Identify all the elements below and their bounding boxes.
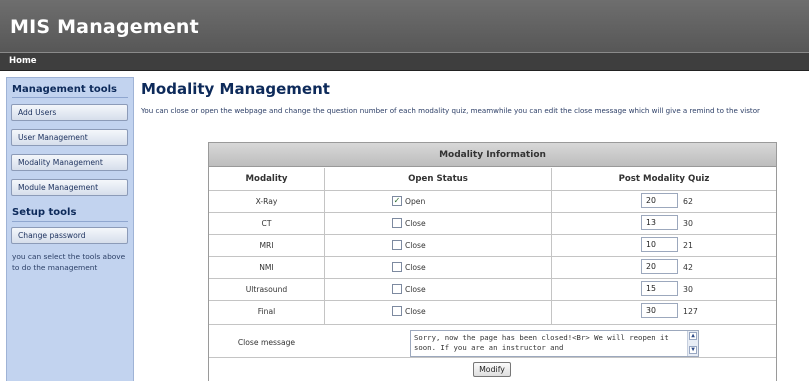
open-status-label: Close bbox=[405, 219, 426, 228]
quiz-number-input[interactable]: 15 bbox=[641, 281, 678, 296]
change-password-button[interactable]: Change password bbox=[11, 227, 128, 244]
app-header: MIS Management bbox=[0, 0, 809, 52]
row-divider bbox=[209, 256, 776, 257]
checkmark-icon: ✓ bbox=[393, 196, 401, 205]
question-count: 62 bbox=[683, 197, 693, 206]
open-status-label: Close bbox=[405, 241, 426, 250]
row-divider bbox=[209, 300, 776, 301]
modality-name: NMI bbox=[259, 263, 274, 272]
sidebar-divider bbox=[12, 97, 128, 98]
scroll-up-icon[interactable]: ▲ bbox=[689, 332, 697, 340]
row-divider bbox=[209, 234, 776, 235]
close-message-label: Close message bbox=[237, 338, 296, 347]
column-header-open-status: Open Status bbox=[408, 174, 468, 184]
modality-name: CT bbox=[261, 219, 272, 228]
row-divider bbox=[209, 212, 776, 213]
close-message-textarea[interactable]: Sorry, now the page has been closed!<Br>… bbox=[410, 330, 699, 357]
sidebar-help-text: you can select the tools above to do the… bbox=[12, 252, 126, 272]
open-status-checkbox[interactable] bbox=[392, 240, 402, 250]
column-header-post-modality-quiz: Post Modality Quiz bbox=[618, 174, 710, 184]
row-divider bbox=[209, 357, 776, 358]
quiz-number-input[interactable]: 20 bbox=[641, 259, 678, 274]
user-management-button[interactable]: User Management bbox=[11, 129, 128, 146]
open-status-checkbox[interactable] bbox=[392, 284, 402, 294]
app-title: MIS Management bbox=[10, 16, 199, 38]
row-divider bbox=[209, 324, 776, 325]
row-divider bbox=[209, 190, 776, 191]
quiz-number-input[interactable]: 13 bbox=[641, 215, 678, 230]
textarea-scrollbar[interactable]: ▲ ▼ bbox=[687, 331, 698, 356]
question-count: 30 bbox=[683, 219, 693, 228]
question-count: 42 bbox=[683, 263, 693, 272]
module-management-button[interactable]: Module Management bbox=[11, 179, 128, 196]
modality-name: Ultrasound bbox=[245, 285, 288, 294]
table-caption: Modality Information bbox=[209, 143, 776, 167]
question-count: 30 bbox=[683, 285, 693, 294]
open-status-label: Close bbox=[405, 285, 426, 294]
quiz-number-input[interactable]: 30 bbox=[641, 303, 678, 318]
page-description: You can close or open the webpage and ch… bbox=[141, 106, 760, 115]
open-status-checkbox[interactable] bbox=[392, 218, 402, 228]
home-link[interactable]: Home bbox=[9, 56, 37, 66]
open-status-label: Close bbox=[405, 263, 426, 272]
modify-button[interactable]: Modify bbox=[473, 362, 511, 377]
setup-tools-title: Setup tools bbox=[12, 207, 77, 218]
sidebar-divider bbox=[12, 221, 128, 222]
row-divider bbox=[209, 278, 776, 279]
open-status-label: Open bbox=[405, 197, 426, 206]
quiz-number-input[interactable]: 20 bbox=[641, 193, 678, 208]
add-users-button[interactable]: Add Users bbox=[11, 104, 128, 121]
page-title: Modality Management bbox=[141, 80, 330, 98]
quiz-number-input[interactable]: 10 bbox=[641, 237, 678, 252]
management-tools-title: Management tools bbox=[12, 84, 117, 95]
open-status-label: Close bbox=[405, 307, 426, 316]
column-header-modality: Modality bbox=[245, 174, 288, 184]
nav-bar: Home bbox=[0, 52, 809, 71]
close-message-text: Sorry, now the page has been closed!<Br>… bbox=[414, 333, 669, 352]
modality-name: Final bbox=[257, 307, 276, 316]
question-count: 127 bbox=[683, 307, 698, 316]
open-status-checkbox[interactable]: ✓ bbox=[392, 196, 402, 206]
question-count: 21 bbox=[683, 241, 693, 250]
sidebar: Management tools Add Users User Manageme… bbox=[6, 77, 134, 381]
open-status-checkbox[interactable] bbox=[392, 306, 402, 316]
open-status-checkbox[interactable] bbox=[392, 262, 402, 272]
modality-table: Modality Information Modality Open Statu… bbox=[208, 142, 777, 381]
scroll-down-icon[interactable]: ▼ bbox=[689, 346, 697, 354]
modality-management-button[interactable]: Modality Management bbox=[11, 154, 128, 171]
modality-name: X-Ray bbox=[255, 197, 278, 206]
modality-name: MRI bbox=[259, 241, 274, 250]
